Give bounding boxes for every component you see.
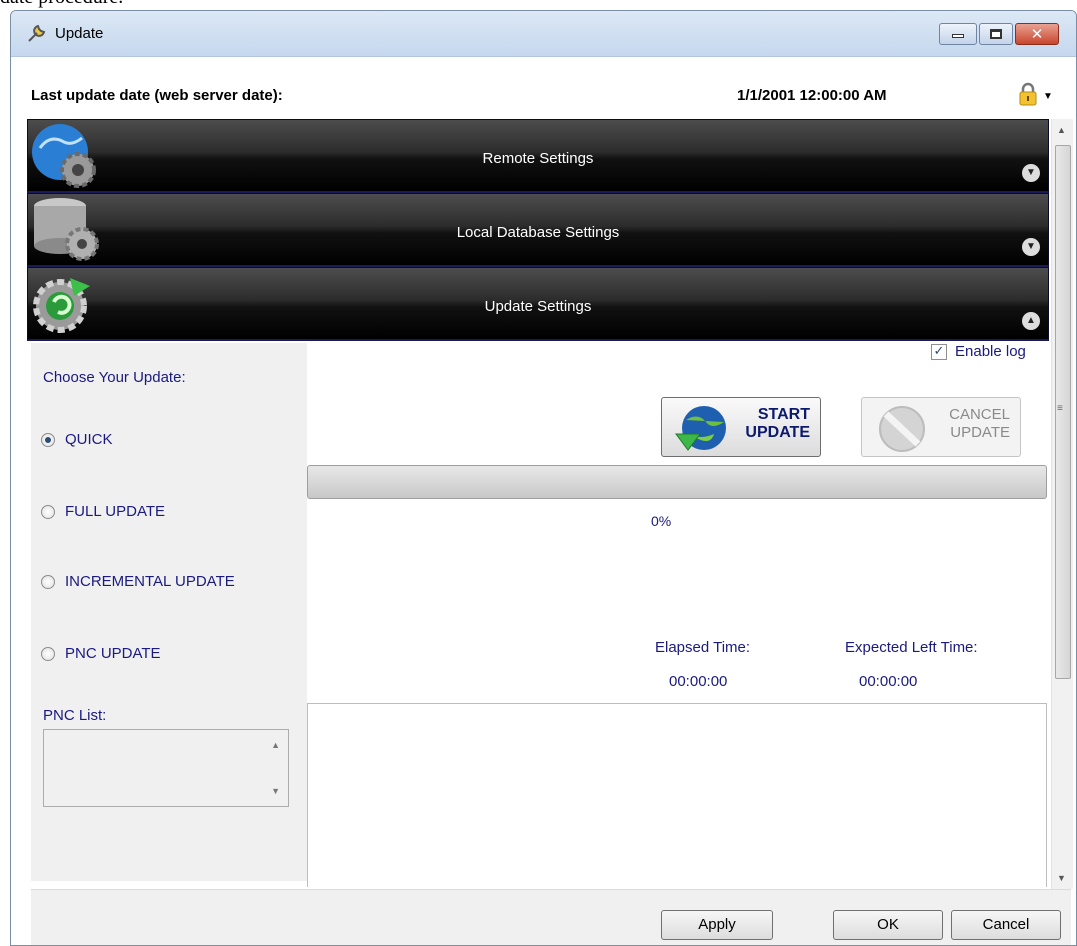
radio-button[interactable] [41, 504, 55, 519]
expected-left-time-value: 00:00:00 [859, 673, 918, 690]
dialog-footer: Apply OK Cancel [31, 889, 1071, 945]
start-update-button[interactable]: START UPDATE [661, 397, 821, 457]
last-update-label: Last update date (web server date): [31, 87, 283, 104]
log-output-area[interactable] [307, 703, 1047, 887]
radio-button[interactable] [41, 432, 55, 447]
cancel-update-button[interactable]: CANCEL UPDATE [861, 397, 1021, 457]
section-label: Local Database Settings [456, 224, 620, 241]
section-label: Update Settings [484, 298, 592, 315]
radio-label: QUICK [65, 431, 113, 448]
close-icon: ✕ [1030, 25, 1044, 43]
chevron-down-icon[interactable]: ▼ [1022, 164, 1040, 182]
scroll-up-icon[interactable]: ▲ [1057, 125, 1066, 135]
choose-update-label: Choose Your Update: [43, 369, 186, 386]
chevron-up-icon[interactable]: ▲ [1022, 312, 1040, 330]
cancel-label-line1: CANCEL [949, 406, 1010, 423]
lock-dropdown-caret-icon[interactable]: ▼ [1043, 91, 1053, 102]
apply-button[interactable]: Apply [661, 910, 773, 940]
maximize-icon [990, 29, 1002, 39]
expected-left-time-label: Expected Left Time: [845, 639, 978, 656]
radio-button[interactable] [41, 574, 55, 589]
background-text-fragment: date procedure. [0, 0, 123, 9]
radio-button[interactable] [41, 646, 55, 661]
elapsed-time-label: Elapsed Time: [655, 639, 751, 656]
last-update-value: 1/1/2001 12:00:00 AM [737, 87, 887, 104]
elapsed-time-value: 00:00:00 [669, 673, 728, 690]
ok-button[interactable]: OK [833, 910, 943, 940]
minimize-button[interactable] [939, 23, 977, 45]
minimize-icon [952, 34, 964, 39]
start-label-line2: UPDATE [745, 424, 810, 441]
radio-label: PNC UPDATE [65, 645, 161, 662]
window-title: Update [55, 25, 104, 42]
pnc-list-box[interactable]: ▲ ▼ [43, 729, 289, 807]
title-bar[interactable]: Update ✕ [11, 11, 1076, 57]
enable-log-checkbox[interactable]: ✓ Enable log [931, 343, 1026, 360]
radio-label: FULL UPDATE [65, 503, 166, 520]
cancel-icon [879, 406, 925, 452]
vertical-scrollbar[interactable]: ▲ ▼ [1051, 119, 1073, 889]
scroll-grip-icon: ≡ [1057, 403, 1063, 414]
close-button[interactable]: ✕ [1015, 23, 1059, 45]
start-label-line1: START [757, 406, 810, 423]
maximize-button[interactable] [979, 23, 1013, 45]
cancel-label-line2: UPDATE [950, 424, 1010, 441]
scroll-up-icon[interactable]: ▲ [271, 740, 280, 750]
radio-quick[interactable]: QUICK [41, 431, 113, 448]
scroll-down-icon[interactable]: ▼ [271, 786, 280, 796]
radio-label: INCREMENTAL UPDATE [65, 573, 235, 590]
enable-log-label: Enable log [955, 343, 1026, 360]
cancel-update-label: CANCEL UPDATE [949, 406, 1010, 442]
globe-download-icon [675, 406, 726, 451]
pnc-list-label: PNC List: [43, 707, 107, 724]
chevron-down-icon[interactable]: ▼ [1022, 238, 1040, 256]
section-local-database-settings[interactable]: Local Database Settings ▼ [27, 193, 1049, 267]
wrench-icon [28, 24, 46, 42]
radio-pnc-update[interactable]: PNC UPDATE [41, 645, 161, 662]
section-update-settings[interactable]: Update Settings ▲ [27, 267, 1049, 341]
radio-incremental-update[interactable]: INCREMENTAL UPDATE [41, 573, 235, 590]
section-label: Remote Settings [482, 150, 594, 167]
section-remote-settings[interactable]: Remote Settings ▼ [27, 119, 1049, 193]
start-update-label: START UPDATE [745, 406, 810, 442]
lock-icon[interactable] [1015, 81, 1041, 107]
cancel-button[interactable]: Cancel [951, 910, 1061, 940]
scroll-down-icon[interactable]: ▼ [1057, 873, 1066, 883]
radio-full-update[interactable]: FULL UPDATE [41, 503, 165, 520]
update-options-panel: Choose Your Update: QUICK FULL UPDATE IN… [31, 343, 307, 881]
update-progress-bar [307, 465, 1047, 499]
update-window: Update ✕ Last update date (web server da… [10, 10, 1077, 946]
checkbox-checked-icon[interactable]: ✓ [931, 343, 947, 360]
progress-percent: 0% [651, 513, 672, 529]
